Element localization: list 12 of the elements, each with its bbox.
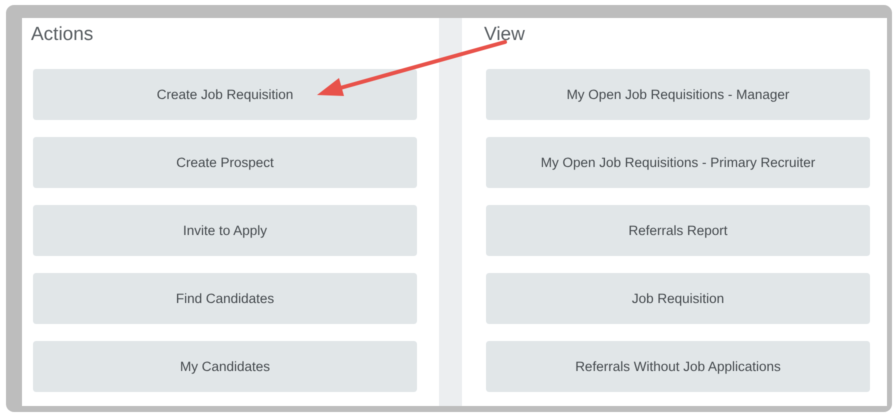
task-button[interactable]: Create Job Requisition bbox=[33, 69, 417, 120]
task-button[interactable]: Invite to Apply bbox=[33, 205, 417, 256]
section-title: View bbox=[484, 23, 526, 47]
task-button[interactable]: My Open Job Requisitions - Primary Recruiter bbox=[486, 137, 870, 188]
section-title: Actions bbox=[31, 23, 94, 47]
task-button[interactable]: Job Requisition bbox=[486, 273, 870, 324]
task-button[interactable]: Referrals Without Job Applications bbox=[486, 341, 870, 392]
task-button[interactable]: Create Prospect bbox=[33, 137, 417, 188]
task-button[interactable]: Referrals Report bbox=[486, 205, 870, 256]
task-button[interactable]: My Candidates bbox=[33, 341, 417, 392]
task-button[interactable]: My Open Job Requisitions - Manager bbox=[486, 69, 870, 120]
task-button[interactable]: Find Candidates bbox=[33, 273, 417, 324]
